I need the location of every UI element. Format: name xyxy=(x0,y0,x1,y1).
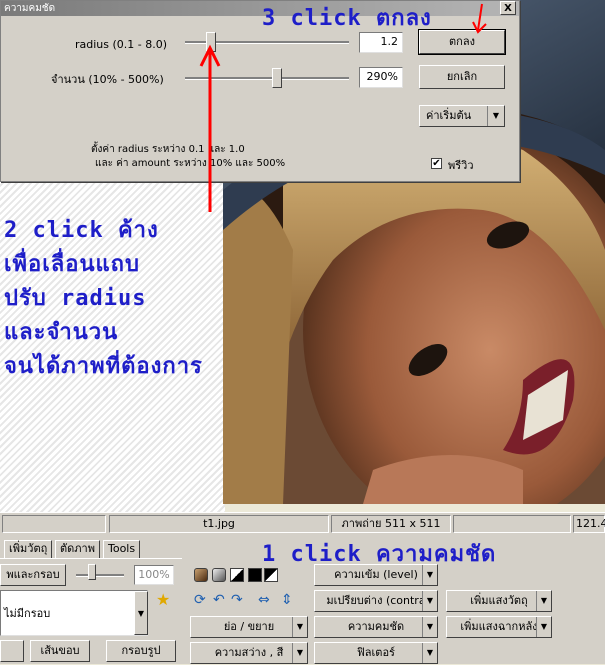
brightness-color-button[interactable]: ความสว่าง , สี ▼ xyxy=(190,642,308,664)
opacity-slider-track[interactable] xyxy=(76,574,124,577)
tab-crop[interactable]: ตัดภาพ xyxy=(55,540,100,558)
redo-icon[interactable]: ↷ xyxy=(231,592,243,608)
chevron-down-icon[interactable]: ▼ xyxy=(134,591,148,635)
status-zoom: 121.4 xyxy=(573,515,605,533)
background-light-label: เพิ่มแสงฉากหลัง xyxy=(460,620,538,633)
frame-select[interactable]: ไม่มีกรอบ xyxy=(0,590,148,636)
chevron-down-icon: ▼ xyxy=(536,617,551,637)
background-light-button[interactable]: เพิ่มแสงฉากหลัง ▼ xyxy=(446,616,552,638)
contrast-icon[interactable] xyxy=(230,568,244,582)
color-tone-icon[interactable] xyxy=(194,568,208,582)
brightness-label: ความสว่าง , สี xyxy=(214,646,284,659)
status-panel-empty xyxy=(2,515,106,533)
rotate-cw-icon[interactable]: ⟳ xyxy=(194,592,206,608)
contrast-label: มเปรียบต่าง (contra xyxy=(326,594,426,607)
chevron-down-icon: ▼ xyxy=(422,617,437,637)
tab-add-object[interactable]: เพิ่มวัตถุ xyxy=(4,540,53,558)
frame-image-button[interactable]: กรอบรูป xyxy=(106,640,176,662)
left-edge-button[interactable] xyxy=(0,640,24,662)
arrow-to-ok xyxy=(477,3,483,31)
chevron-down-icon: ▼ xyxy=(292,643,307,663)
grayscale-icon[interactable] xyxy=(212,568,226,582)
star-icon[interactable]: ★ xyxy=(156,590,170,609)
opacity-input[interactable]: 100% xyxy=(134,565,174,585)
status-image-info: ภาพถ่าย 511 x 511 xyxy=(331,515,451,533)
chevron-down-icon: ▼ xyxy=(292,617,307,637)
filter-button[interactable]: ฟิลเตอร์ ▼ xyxy=(314,642,438,664)
resize-button[interactable]: ย่อ / ขยาย ▼ xyxy=(190,616,308,638)
status-panel-blank xyxy=(453,515,571,533)
resize-label: ย่อ / ขยาย xyxy=(223,620,275,633)
frame-button[interactable]: พและกรอบ xyxy=(0,564,66,586)
contrast-button[interactable]: มเปรียบต่าง (contra ▼ xyxy=(314,590,438,612)
filter-label: ฟิลเตอร์ xyxy=(357,646,395,659)
object-light-button[interactable]: เพิ่มแสงวัตถุ ▼ xyxy=(446,590,552,612)
status-bar: t1.jpg ภาพถ่าย 511 x 511 121.4 xyxy=(0,512,605,535)
flip-horizontal-icon[interactable]: ⇔ xyxy=(258,592,270,608)
chevron-down-icon: ▼ xyxy=(422,591,437,611)
chevron-down-icon: ▼ xyxy=(536,591,551,611)
undo-icon[interactable]: ↶ xyxy=(213,592,225,608)
object-light-label: เพิ่มแสงวัตถุ xyxy=(470,594,528,607)
flip-vertical-icon[interactable]: ⇕ xyxy=(281,592,293,608)
opacity-slider-thumb[interactable] xyxy=(88,564,96,580)
invert-icon[interactable] xyxy=(248,568,262,582)
tab-tools[interactable]: Tools xyxy=(103,540,141,558)
sharpness-button[interactable]: ความคมชัด ▼ xyxy=(314,616,438,638)
sharpness-label: ความคมชัด xyxy=(347,620,405,633)
annotation-step1: 1 click ความคมชัด xyxy=(262,542,497,567)
border-button[interactable]: เส้นขอบ xyxy=(30,640,90,662)
status-filename: t1.jpg xyxy=(109,515,329,533)
chevron-down-icon: ▼ xyxy=(422,643,437,663)
